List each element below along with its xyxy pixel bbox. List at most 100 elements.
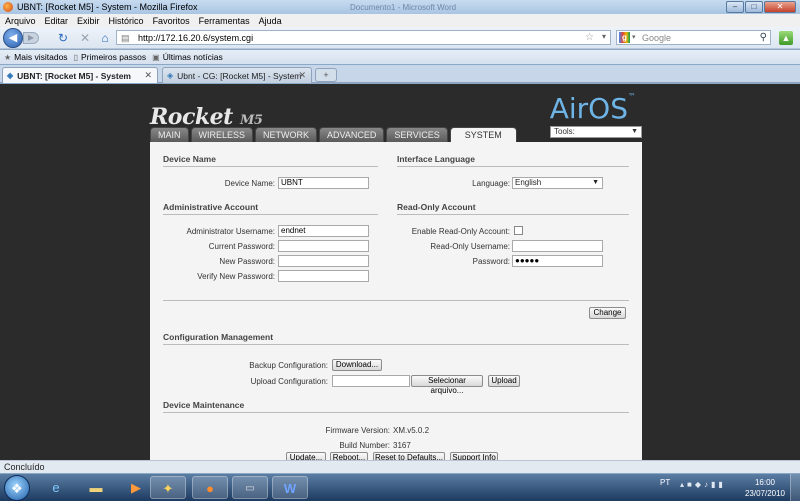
system-tray-icons[interactable]: ▴■◆♪▮▮ <box>680 480 726 489</box>
bookmark-ultimas-noticias[interactable]: ▣ Últimas notícias <box>152 52 223 62</box>
enable-readonly-checkbox[interactable] <box>514 226 523 235</box>
readonly-username-field[interactable] <box>512 240 603 252</box>
tab-close-icon[interactable]: ✕ <box>298 70 306 81</box>
device-header: Rocket M5 AirOS™ MAIN WIRELESS NETWORK A… <box>150 84 642 143</box>
tab-advanced[interactable]: ADVANCED <box>319 127 385 142</box>
section-device-maintenance: Device Maintenance <box>163 400 629 413</box>
page-content: Rocket M5 AirOS™ MAIN WIRELESS NETWORK A… <box>0 84 800 464</box>
select-file-button[interactable]: Selecionar arquivo... <box>411 375 483 395</box>
change-button[interactable]: Change <box>589 307 626 319</box>
download-button[interactable]: Download... <box>332 359 382 371</box>
tab-main[interactable]: MAIN <box>150 127 189 142</box>
google-icon[interactable]: g <box>619 32 630 43</box>
start-button[interactable]: ❖ <box>4 475 30 501</box>
chevron-down-icon: ▼ <box>592 179 599 186</box>
close-window-button[interactable]: ✕ <box>764 1 796 13</box>
upload-button[interactable]: Upload <box>488 375 520 387</box>
network-icon[interactable]: ✦ <box>150 476 186 499</box>
tab-close-icon[interactable]: ✕ <box>144 70 152 81</box>
word-icon[interactable]: W <box>272 476 308 499</box>
readonly-password-field[interactable]: ●●●●● <box>512 255 603 267</box>
menu-exibir[interactable]: Exibir <box>77 16 100 26</box>
admin-username-field[interactable]: endnet <box>278 225 369 237</box>
address-bar[interactable]: ▤ http://172.16.20.6/system.cgi ☆ ▾ <box>116 30 611 45</box>
menu-favoritos[interactable]: Favoritos <box>153 16 190 26</box>
device-name-label: Device Name: <box>224 179 275 188</box>
ubnt-favicon: ◈ <box>167 71 174 80</box>
tab-label: Ubnt - CG: [Rocket M5] - System <box>177 70 302 81</box>
bookmark-label: Mais visitados <box>14 52 68 62</box>
admin-username-label: Administrator Username: <box>186 227 275 236</box>
stop-icon[interactable]: ✕ <box>78 31 92 45</box>
home-icon[interactable]: ⌂ <box>98 31 112 45</box>
system-panel: Device Name Interface Language Device Na… <box>150 142 642 464</box>
tab-wireless[interactable]: WIRELESS <box>190 127 254 142</box>
verify-password-label: Verify New Password: <box>197 272 275 281</box>
bookmark-label: Primeiros passos <box>80 52 147 62</box>
navigation-toolbar: ◀ ▶ ↻ ✕ ⌂ ▤ http://172.16.20.6/system.cg… <box>0 27 800 49</box>
tab-system[interactable]: SYSTEM <box>449 127 517 143</box>
device-nav-tabs: MAIN WIRELESS NETWORK ADVANCED SERVICES … <box>150 127 517 143</box>
firmware-version-label: Firmware Version: <box>325 426 390 435</box>
verify-password-field[interactable] <box>278 270 369 282</box>
back-button[interactable]: ◀ <box>3 28 23 48</box>
tab-services[interactable]: SERVICES <box>386 127 448 142</box>
device-name-field[interactable]: UBNT <box>278 177 369 189</box>
history-dropdown-icon[interactable]: ▾ <box>602 32 606 41</box>
readonly-password-label: Password: <box>472 257 510 266</box>
search-icon[interactable]: ⚲ <box>760 32 767 43</box>
menu-arquivo[interactable]: Arquivo <box>5 16 36 26</box>
tab-ubnt-system[interactable]: ◈ UBNT: [Rocket M5] - System ✕ <box>2 67 158 83</box>
section-device-name: Device Name <box>163 154 378 167</box>
minimize-button[interactable]: – <box>726 1 744 13</box>
background-window-title: Documento1 - Microsoft Word <box>350 2 457 12</box>
search-placeholder[interactable]: Google <box>642 33 671 43</box>
maximize-button[interactable]: □ <box>745 1 763 13</box>
folder-icon[interactable]: ▬ <box>78 476 114 499</box>
language-value: English <box>515 178 542 187</box>
menu-editar[interactable]: Editar <box>45 16 69 26</box>
upload-config-label: Upload Configuration: <box>250 377 328 386</box>
media-player-icon[interactable]: ▶ <box>118 476 154 499</box>
current-password-label: Current Password: <box>208 242 275 251</box>
search-engine-dropdown-icon[interactable]: ▾ <box>632 33 636 41</box>
chevron-down-icon: ▼ <box>631 128 638 135</box>
forward-button[interactable]: ▶ <box>23 32 39 44</box>
command-prompt-icon[interactable]: ▭ <box>232 476 268 499</box>
addon-icon[interactable]: ▲ <box>779 31 793 45</box>
enable-readonly-label: Enable Read-Only Account: <box>411 227 510 236</box>
windows-logo-icon: ❖ <box>11 481 23 496</box>
bookmark-mais-visitados[interactable]: ★ Mais visitados <box>4 52 68 62</box>
tab-ubnt-cg-system[interactable]: ◈ Ubnt - CG: [Rocket M5] - System ✕ <box>162 67 312 83</box>
menu-historico[interactable]: Histórico <box>109 16 144 26</box>
language-select[interactable]: English ▼ <box>512 177 603 189</box>
internet-explorer-icon[interactable]: e <box>38 476 74 499</box>
new-tab-button[interactable]: + <box>315 68 337 82</box>
tab-network[interactable]: NETWORK <box>255 127 318 142</box>
tools-label: Tools: <box>554 127 575 136</box>
bookmark-primeiros-passos[interactable]: ▯ Primeiros passos <box>74 52 147 62</box>
reload-icon[interactable]: ↻ <box>56 31 70 45</box>
bookmark-label: Últimas notícias <box>162 52 223 62</box>
airos-logo: AirOS™ <box>550 92 636 125</box>
tools-select[interactable]: Tools: ▼ <box>550 126 642 138</box>
show-desktop-button[interactable] <box>790 474 800 501</box>
new-password-field[interactable] <box>278 255 369 267</box>
menu-ferramentas[interactable]: Ferramentas <box>199 16 250 26</box>
upload-file-field[interactable] <box>332 375 410 387</box>
current-password-field[interactable] <box>278 240 369 252</box>
bookmark-star-icon[interactable]: ☆ <box>585 32 594 43</box>
section-config-management: Configuration Management <box>163 332 629 345</box>
readonly-username-label: Read-Only Username: <box>430 242 510 251</box>
page-icon: ▯ <box>73 52 78 62</box>
clock-time: 16:00 <box>754 478 776 487</box>
menu-ajuda[interactable]: Ajuda <box>259 16 282 26</box>
search-box[interactable]: g ▾ Google ⚲ <box>616 30 771 45</box>
firefox-taskbar-icon[interactable]: ● <box>192 476 228 499</box>
bookmark-icon: ★ <box>4 52 12 62</box>
url-text[interactable]: http://172.16.20.6/system.cgi <box>138 33 253 43</box>
airos-brand-text: AirOS <box>549 92 628 125</box>
clock[interactable]: 16:00 23/07/2010 <box>744 477 786 499</box>
language-indicator[interactable]: PT <box>660 478 670 487</box>
backup-config-label: Backup Configuration: <box>249 361 328 370</box>
